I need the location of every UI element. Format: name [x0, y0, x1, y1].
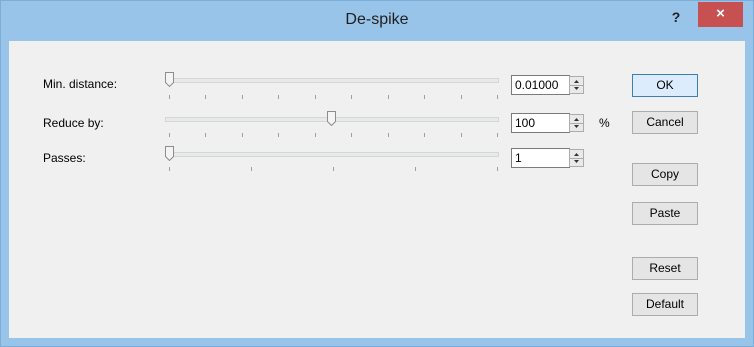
spin-down-icon[interactable] [570, 85, 583, 93]
slider-tick [251, 167, 252, 171]
cancel-button[interactable]: Cancel [632, 111, 698, 134]
slider-tick [461, 133, 462, 137]
passes-slider-track[interactable] [165, 152, 499, 157]
reduce-by-spinbox: 100 [511, 113, 585, 133]
help-icon[interactable]: ? [663, 5, 689, 29]
min-distance-slider-thumb[interactable] [165, 72, 174, 87]
passes-input[interactable]: 1 [511, 148, 570, 168]
slider-tick [351, 95, 352, 99]
passes-slider-thumb[interactable] [165, 146, 174, 161]
slider-tick [424, 95, 425, 99]
slider-tick [497, 95, 498, 99]
despike-dialog: De-spike ? × Min. distance: 0.01000 Redu… [0, 0, 754, 347]
slider-tick [242, 133, 243, 137]
slider-tick [333, 167, 334, 171]
min-distance-spin-buttons[interactable] [569, 76, 584, 94]
reduce-by-slider-thumb[interactable] [327, 111, 336, 126]
reduce-by-input[interactable]: 100 [511, 113, 570, 133]
passes-slider-ticks [165, 167, 499, 173]
slider-tick [205, 133, 206, 137]
paste-button[interactable]: Paste [632, 202, 698, 225]
copy-button[interactable]: Copy [632, 163, 698, 186]
slider-tick [424, 133, 425, 137]
spin-down-icon[interactable] [570, 158, 583, 166]
min-distance-label: Min. distance: [43, 77, 118, 91]
slider-tick [242, 95, 243, 99]
close-button[interactable]: × [698, 2, 743, 27]
slider-tick [315, 133, 316, 137]
slider-tick [497, 167, 498, 171]
min-distance-input[interactable]: 0.01000 [511, 75, 570, 95]
slider-tick [461, 95, 462, 99]
ok-button[interactable]: OK [632, 74, 698, 97]
slider-tick [388, 95, 389, 99]
passes-spin-buttons[interactable] [569, 149, 584, 167]
slider-tick [497, 133, 498, 137]
slider-tick [169, 133, 170, 137]
slider-tick [169, 95, 170, 99]
spin-down-icon[interactable] [570, 123, 583, 131]
default-button[interactable]: Default [632, 293, 698, 316]
passes-spinbox: 1 [511, 148, 585, 168]
reduce-by-slider-ticks [165, 133, 499, 139]
reduce-by-label: Reduce by: [43, 116, 104, 130]
slider-tick [205, 95, 206, 99]
reset-button[interactable]: Reset [632, 257, 698, 280]
slider-tick [278, 133, 279, 137]
title-bar[interactable]: De-spike ? × [1, 1, 753, 41]
close-icon: × [716, 5, 725, 22]
min-distance-slider-track[interactable] [165, 78, 499, 83]
slider-tick [315, 95, 316, 99]
min-distance-slider-ticks [165, 95, 499, 101]
slider-tick [278, 95, 279, 99]
passes-label: Passes: [43, 151, 86, 165]
slider-tick [415, 167, 416, 171]
dialog-body: Min. distance: 0.01000 Reduce by: 100 % … [9, 41, 745, 338]
window-title: De-spike [345, 11, 409, 28]
min-distance-spinbox: 0.01000 [511, 75, 585, 95]
slider-tick [351, 133, 352, 137]
percent-unit-label: % [599, 116, 610, 130]
reduce-by-spin-buttons[interactable] [569, 114, 584, 132]
slider-tick [169, 167, 170, 171]
slider-tick [388, 133, 389, 137]
